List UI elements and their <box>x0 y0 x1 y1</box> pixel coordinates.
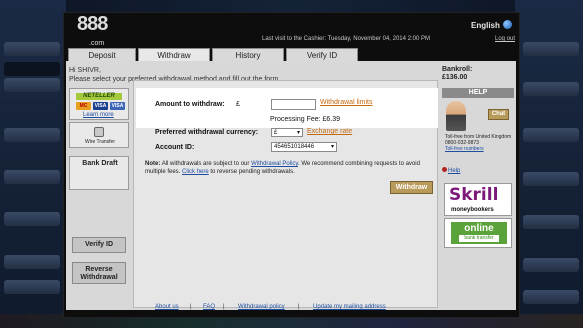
currency-select[interactable]: £ ▾ <box>271 128 303 137</box>
withdraw-button[interactable]: Withdraw <box>390 181 433 194</box>
currency-value: £ <box>274 130 278 136</box>
account-id-select[interactable]: 454651018446 ▾ <box>271 142 337 152</box>
wire-transfer-label: Wire Transfer <box>84 139 115 145</box>
verify-id-button[interactable]: Verify ID <box>72 237 126 253</box>
tollfree-numbers-link[interactable]: Toll-free numbers <box>445 146 515 152</box>
currency-label: Preferred withdrawal currency: <box>155 129 259 136</box>
chat-button[interactable]: Chat <box>488 109 509 120</box>
exchange-rate-link[interactable]: Exchange rate <box>307 128 352 135</box>
amount-input[interactable] <box>271 99 316 110</box>
reverse-label-2: Withdrawal <box>80 274 118 281</box>
bankroll-value: £136.00 <box>442 74 468 81</box>
neteller-logo: NETELLER <box>76 93 122 100</box>
language-selector[interactable]: English <box>471 21 500 30</box>
bank-draft-label: Bank Draft <box>82 160 118 167</box>
footer-about-us[interactable]: About us <box>155 304 179 310</box>
brand-logo: 888 .com <box>77 13 108 47</box>
bank-building-icon <box>94 127 104 137</box>
mastercard-icon: MC <box>76 102 91 110</box>
note-text-3: to reverse pending withdrawals. <box>210 169 295 175</box>
tab-verify-id[interactable]: Verify ID <box>286 48 358 61</box>
backdrop-left <box>0 0 66 328</box>
footer-withdrawal-policy[interactable]: Withdrawal policy <box>238 304 285 310</box>
account-id-value: 454651018446 <box>274 144 315 150</box>
method-bank-draft[interactable]: Bank Draft <box>69 156 129 190</box>
withdrawal-note: Note: All withdrawals are subject to our… <box>145 160 433 176</box>
visa-electron-icon: VISA <box>110 102 125 110</box>
learn-more-link[interactable]: Learn more <box>83 112 114 118</box>
skrill-logo: Skrill <box>449 185 499 205</box>
logo-text: 888 <box>77 13 108 35</box>
help-header: HELP <box>442 88 514 98</box>
chevron-down-icon: ▾ <box>330 144 334 150</box>
footer-update-address[interactable]: Update my mailing address <box>313 304 386 310</box>
footer-faq[interactable]: FAQ <box>203 304 215 310</box>
method-neteller-cards[interactable]: NETELLER MC VISA VISA Learn more <box>69 88 129 120</box>
help-icon <box>442 167 447 172</box>
bankroll-label: Bankroll: <box>442 66 473 73</box>
account-id-label: Account ID: <box>155 144 195 151</box>
note-text: All withdrawals are subject to our <box>161 161 250 167</box>
tab-history[interactable]: History <box>212 48 284 61</box>
footer <box>66 300 516 310</box>
withdrawal-limits-link[interactable]: Withdrawal limits <box>320 99 373 106</box>
online-bank-transfer-banner[interactable]: online bank transfer <box>444 218 512 248</box>
greeting-name: Hi SHIVR, <box>69 67 101 74</box>
click-here-link[interactable]: Click here <box>182 169 209 175</box>
footer-separator: | <box>223 304 225 310</box>
withdrawal-policy-link[interactable]: Withdrawal Policy <box>251 161 298 167</box>
footer-separator: | <box>190 304 192 310</box>
logout-link[interactable]: Log out <box>495 36 515 42</box>
reverse-withdrawal-button[interactable]: Reverse Withdrawal <box>72 262 126 284</box>
globe-icon[interactable] <box>503 20 512 29</box>
tab-withdraw[interactable]: Withdraw <box>138 48 210 61</box>
reverse-label-1: Reverse <box>85 266 113 273</box>
processing-fee: Processing Fee: £6.39 <box>270 116 341 123</box>
footer-separator: | <box>298 304 300 310</box>
bank-transfer-text: bank transfer <box>459 235 499 242</box>
skrill-banner[interactable]: Skrill moneybookers <box>444 183 512 216</box>
moneybookers-text: moneybookers <box>451 207 494 213</box>
last-visit-text: Last visit to the Cashier: Tuesday, Nove… <box>262 36 430 42</box>
card-logos: MC VISA VISA <box>76 102 126 110</box>
tollfree-info: Toll-free from United Kingdom 0800-032-9… <box>445 134 515 152</box>
bankroll: Bankroll: £136.00 <box>442 66 472 82</box>
backdrop-right <box>515 0 583 328</box>
support-agent-avatar <box>446 101 466 131</box>
visa-icon: VISA <box>93 102 108 110</box>
note-prefix: Note: <box>145 161 161 167</box>
chevron-down-icon: ▾ <box>296 130 300 136</box>
help-link[interactable]: Help <box>448 168 460 174</box>
tab-deposit[interactable]: Deposit <box>68 48 136 61</box>
amount-label: Amount to withdraw: <box>155 101 225 108</box>
method-wire-transfer[interactable]: Wire Transfer <box>69 122 129 148</box>
amount-currency-symbol: £ <box>236 101 240 108</box>
